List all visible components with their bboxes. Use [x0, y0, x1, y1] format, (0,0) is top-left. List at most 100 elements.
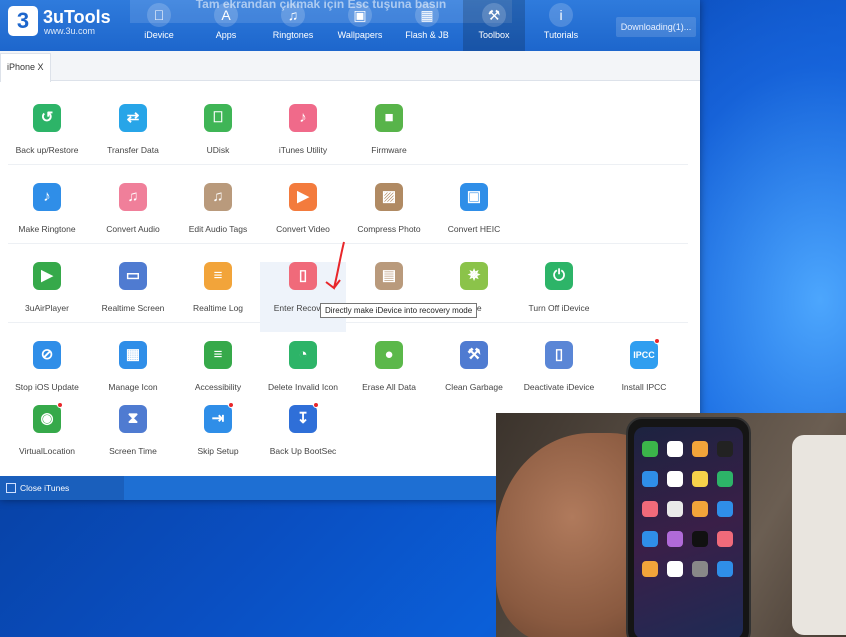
camera-inset	[496, 413, 846, 637]
phone-app-icon	[717, 441, 733, 457]
tool-install-ipcc[interactable]: IPCC Install IPCC	[601, 338, 687, 411]
tool-label: Convert HEIC	[447, 224, 501, 234]
box-icon: ▦	[415, 3, 439, 27]
hourglass-icon: ⧗	[119, 405, 147, 433]
cube-icon: ■	[375, 104, 403, 132]
tool-vice[interactable]: ✵vice	[431, 262, 517, 332]
tool-terminal[interactable]: ▤	[346, 262, 432, 332]
nav-flash-jb[interactable]: ▦ Flash & JB	[396, 0, 458, 51]
nav-toolbox[interactable]: ⚒ Toolbox	[463, 0, 525, 51]
checkbox[interactable]	[6, 483, 16, 493]
tool-label: Edit Audio Tags	[188, 224, 248, 234]
tool-label: Back Up BootSec	[269, 446, 337, 456]
nav-label: Toolbox	[478, 30, 510, 40]
close-itunes-toggle[interactable]: Close iTunes	[0, 476, 124, 500]
phone-off-icon: ▯	[545, 341, 573, 369]
phone-app-icon	[692, 441, 708, 457]
tool-udisk[interactable]: ⎕ UDisk	[175, 104, 261, 174]
nav-tutorials[interactable]: i Tutorials	[530, 0, 592, 51]
phone-app-icon	[642, 501, 658, 517]
phone-app-icon	[667, 471, 683, 487]
tool-label: Realtime Log	[192, 303, 244, 313]
tool-erase-all-data[interactable]: ● Erase All Data	[346, 341, 432, 411]
tool-label: Compress Photo	[357, 224, 421, 234]
pie-icon: ◔	[289, 341, 317, 369]
tool-label: VirtualLocation	[18, 446, 76, 456]
no-update-icon: ⊘	[33, 341, 61, 369]
nav-wallpapers[interactable]: ▣ Wallpapers	[329, 0, 391, 51]
phone-app-icon	[667, 441, 683, 457]
tool-clean-garbage[interactable]: ⚒ Clean Garbage	[431, 341, 517, 411]
tool-realtime-screen[interactable]: ▭ Realtime Screen	[90, 262, 176, 332]
phone-app-icon	[667, 531, 683, 547]
tool-label: Accessibility	[194, 382, 242, 392]
toolbox-icon: ⚒	[482, 3, 506, 27]
tool-back-up-restore[interactable]: ↺ Back up/Restore	[4, 104, 90, 174]
tool-transfer-data[interactable]: ⇄ Transfer Data	[90, 104, 176, 174]
terminal-icon: ▤	[375, 262, 403, 290]
grid-icon: ▦	[119, 341, 147, 369]
image-icon: ▣	[460, 183, 488, 211]
tool-make-ringtone[interactable]: ♪ Make Ringtone	[4, 183, 90, 253]
tool-convert-heic[interactable]: ▣ Convert HEIC	[431, 183, 517, 253]
bell-plus-icon: ♪	[33, 183, 61, 211]
photo-icon: ▨	[375, 183, 403, 211]
tool-deactivate-idevice[interactable]: ▯ Deactivate iDevice	[516, 341, 602, 411]
tool-edit-audio-tags[interactable]: ♫ Edit Audio Tags	[175, 183, 261, 253]
tool-label: Stop iOS Update	[15, 382, 79, 392]
tool-firmware[interactable]: ■ Firmware	[346, 104, 432, 174]
tool-3uairplayer[interactable]: ▶ 3uAirPlayer	[4, 262, 90, 332]
phone-app-icon	[717, 501, 733, 517]
toggle-icon: ≡	[204, 341, 232, 369]
tool-screen-time[interactable]: ⧗ Screen Time	[90, 405, 176, 475]
tool-itunes-utility[interactable]: ♪ iTunes Utility	[260, 104, 346, 174]
nav-ringtones[interactable]: ♫ Ringtones	[262, 0, 324, 51]
transfer-icon: ⇄	[119, 104, 147, 132]
tool-label: Clean Garbage	[445, 382, 503, 392]
tool-convert-audio[interactable]: ♫ Convert Audio	[90, 183, 176, 253]
audio-tag-icon: ♫	[204, 183, 232, 211]
tool-label: Make Ringtone	[18, 224, 76, 234]
app-name: 3uTools	[43, 7, 111, 27]
tool-realtime-log[interactable]: ≡ Realtime Log	[175, 262, 261, 332]
tool-skip-setup[interactable]: ⇥ Skip Setup	[175, 402, 261, 475]
new-badge	[228, 402, 234, 408]
usb-icon: ⎕	[204, 104, 232, 132]
tool-label: Convert Video	[276, 224, 330, 234]
tool-label: Manage Icon	[108, 382, 158, 392]
tool-label: Transfer Data	[107, 145, 159, 155]
phone-app-icon	[667, 501, 683, 517]
tool-label: Turn Off iDevice	[528, 303, 590, 313]
nav-label: Ringtones	[272, 30, 314, 40]
tool-label: Realtime Screen	[101, 303, 165, 313]
tool-label: Erase All Data	[362, 382, 416, 392]
phone-app-icon	[642, 531, 658, 547]
device-tab[interactable]: iPhone X	[0, 53, 51, 82]
tool-accessibility[interactable]: ≡ Accessibility	[175, 341, 261, 411]
tool-virtuallocation[interactable]: ◉ VirtualLocation	[4, 402, 90, 475]
phone-app-icon	[717, 531, 733, 547]
ipcc-icon: IPCC	[630, 341, 658, 369]
nav-apps[interactable]: A Apps	[195, 0, 257, 51]
tool-label: iTunes Utility	[278, 145, 328, 155]
tool-compress-photo[interactable]: ▨ Compress Photo	[346, 183, 432, 253]
tool-turn-off-idevice[interactable]: ⏻ Turn Off iDevice	[516, 262, 602, 332]
tool-manage-icon[interactable]: ▦ Manage Icon	[90, 341, 176, 411]
second-phone-image	[792, 435, 846, 635]
phone-app-icon	[667, 561, 683, 577]
nav-idevice[interactable]:  iDevice	[128, 0, 190, 51]
device-tab-bar: iPhone X	[0, 51, 700, 82]
iphone-screen	[634, 427, 743, 637]
tool-label: Screen Time	[109, 446, 157, 456]
apple-erase-icon: ●	[375, 341, 403, 369]
phone-app-icon	[717, 561, 733, 577]
iphone-image	[626, 417, 751, 637]
tool-back-up-bootsec[interactable]: ↧ Back Up BootSec	[260, 402, 346, 475]
tool-delete-invalid-icon[interactable]: ◔ Delete Invalid Icon	[260, 341, 346, 411]
tool-stop-ios-update[interactable]: ⊘ Stop iOS Update	[4, 341, 90, 411]
phone-app-icon	[692, 561, 708, 577]
download-status-button[interactable]: Downloading(1)...	[616, 17, 696, 37]
phone-app-icon	[692, 531, 708, 547]
tool-label: Firmware	[371, 145, 407, 155]
log-icon: ≡	[204, 262, 232, 290]
